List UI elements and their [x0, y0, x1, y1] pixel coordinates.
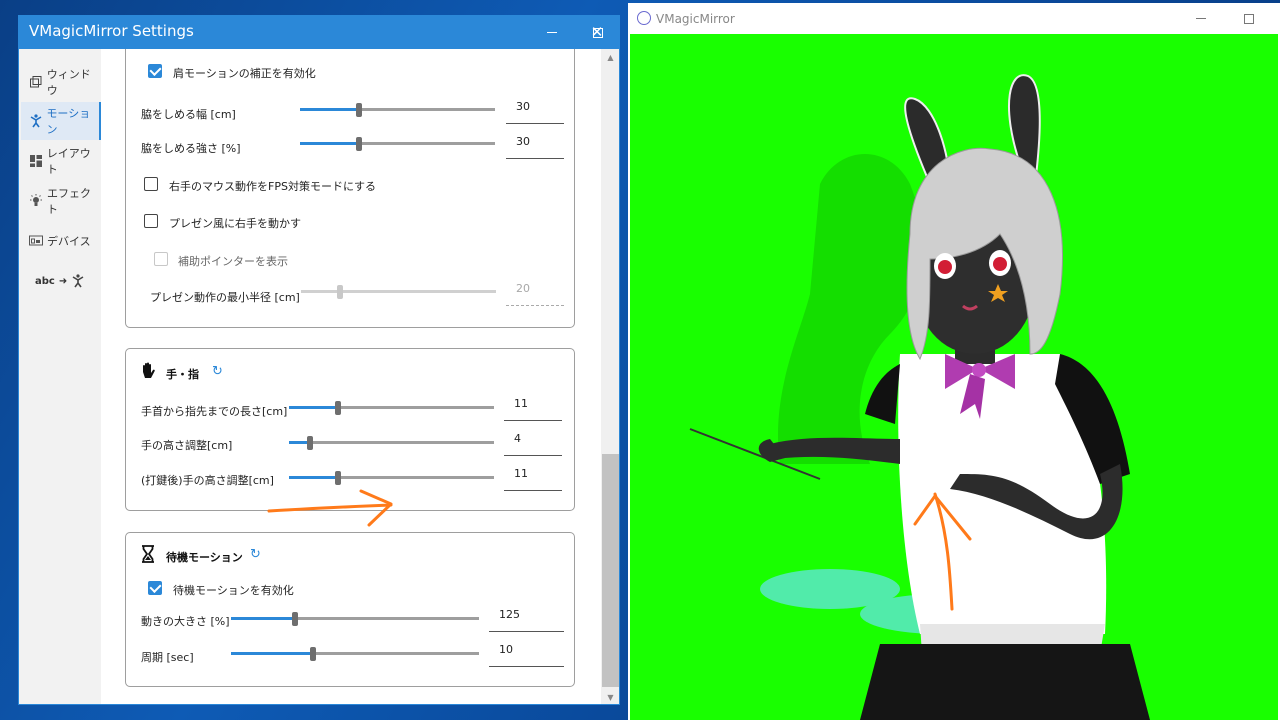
slider-thumb[interactable] [355, 103, 362, 117]
waist-width-slider[interactable] [300, 103, 495, 117]
nav-item-device[interactable]: デバイス [21, 222, 101, 260]
avatar-character [689, 74, 1150, 720]
slider-thumb[interactable] [309, 647, 316, 661]
fps-mode-label: 右手のマウス動作をFPS対策モードにする [169, 180, 377, 193]
layout-grid-icon [29, 154, 43, 168]
presentation-radius-input[interactable]: 20 [506, 280, 564, 306]
presentation-mode-checkbox[interactable] [144, 214, 158, 228]
motion-scale-label: 動きの大きさ [%] [141, 615, 230, 628]
show-pointer-checkbox[interactable] [154, 252, 168, 266]
minimize-icon [547, 32, 557, 33]
hand-height-after-typing-label: (打鍵後)手の高さ調整[cm] [141, 474, 274, 487]
nav-item-label: abc [35, 275, 55, 287]
motion-scale-input[interactable]: 125 [489, 606, 564, 632]
nav-item-label: エフェクト [47, 187, 91, 216]
show-pointer-label: 補助ポインターを表示 [178, 255, 288, 268]
close-button[interactable]: ✕ [574, 16, 619, 49]
settings-window: VMagicMirror Settings ✕ ウィンドウ モーション レイアウ… [18, 15, 620, 705]
refresh-icon[interactable]: ↻ [212, 364, 223, 379]
lightbulb-icon [29, 194, 43, 208]
word-to-motion-icon [71, 274, 85, 288]
scroll-up-icon[interactable]: ▲ [601, 49, 619, 66]
nav-item-window[interactable]: ウィンドウ [21, 63, 101, 101]
presentation-radius-slider[interactable] [301, 285, 496, 299]
hand-section-title: 手・指 [166, 368, 199, 381]
scrollbar-thumb[interactable] [602, 454, 619, 687]
waist-strength-label: 脇をしめる強さ [%] [141, 142, 241, 155]
fps-mode-checkbox[interactable] [144, 177, 158, 191]
wait-motion-card: 待機モーション ↻ 待機モーションを有効化 動きの大きさ [%] 125 周期 … [125, 532, 575, 687]
slider-thumb[interactable] [335, 401, 342, 415]
hand-height-slider[interactable] [289, 436, 494, 450]
vmm-window-title: VMagicMirror [656, 12, 735, 26]
nav-item-layout[interactable]: レイアウト [21, 142, 101, 180]
vmm-maximize-button[interactable] [1226, 3, 1272, 34]
arm-settings-card: 肩モーションの補正を有効化 脇をしめる幅 [cm] 30 脇をしめる強さ [%]… [125, 49, 575, 328]
waist-strength-input[interactable]: 30 [506, 133, 564, 159]
period-label: 周期 [sec] [141, 651, 194, 664]
shoulder-correction-checkbox[interactable] [148, 64, 162, 78]
hand-height-input[interactable]: 4 [504, 430, 562, 456]
hand-height-after-typing-input[interactable]: 11 [504, 465, 562, 491]
presentation-radius-label: プレゼン動作の最小半径 [cm] [150, 291, 300, 304]
nav-item-word-to-motion[interactable]: abc ➜ [21, 262, 101, 300]
nav-item-motion[interactable]: モーション [21, 102, 101, 140]
waist-width-label: 脇をしめる幅 [cm] [141, 108, 236, 121]
window-icon [29, 75, 43, 89]
maximize-icon [1244, 13, 1254, 24]
annotation-arrow [267, 489, 393, 527]
slider-thumb[interactable] [292, 612, 299, 626]
arrow-right-icon: ➜ [58, 275, 68, 287]
hand-icon [140, 362, 156, 384]
hand-height-label: 手の高さ調整[cm] [141, 439, 233, 452]
shoulder-correction-label: 肩モーションの補正を有効化 [173, 67, 316, 80]
period-slider[interactable] [231, 647, 479, 661]
device-icon [29, 234, 43, 248]
avatar-viewport[interactable] [630, 34, 1278, 720]
content-scrollbar[interactable]: ▲ ▼ [601, 49, 619, 704]
minimize-button[interactable] [529, 16, 575, 49]
nav-item-label: ウィンドウ [46, 68, 91, 97]
enable-wait-motion-label: 待機モーションを有効化 [173, 584, 294, 597]
settings-titlebar[interactable]: VMagicMirror Settings [19, 16, 619, 49]
wrist-to-tip-input[interactable]: 11 [504, 395, 562, 421]
settings-nav: ウィンドウ モーション レイアウト エフェクト デバイス abc ➜ [19, 49, 101, 704]
motion-scale-slider[interactable] [231, 612, 479, 626]
slider-thumb[interactable] [337, 285, 343, 299]
period-input[interactable]: 10 [489, 641, 564, 667]
vmm-minimize-button[interactable] [1178, 3, 1224, 34]
presentation-mode-label: プレゼン風に右手を動かす [169, 217, 301, 230]
waist-strength-slider[interactable] [300, 137, 495, 151]
hourglass-icon [141, 545, 155, 567]
slider-thumb[interactable] [355, 137, 362, 151]
wrist-to-tip-label: 手首から指先までの長さ[cm] [141, 405, 288, 418]
enable-wait-motion-checkbox[interactable] [148, 581, 162, 595]
vmm-titlebar[interactable]: VMagicMirror [628, 3, 1280, 34]
close-icon: ✕ [590, 23, 604, 41]
settings-content: 肩モーションの補正を有効化 脇をしめる幅 [cm] 30 脇をしめる強さ [%]… [101, 49, 601, 704]
nav-item-effect[interactable]: エフェクト [21, 182, 101, 220]
motion-figure-icon [29, 114, 42, 128]
nav-item-label: モーション [46, 107, 91, 136]
app-icon [637, 11, 651, 25]
wrist-to-tip-slider[interactable] [289, 401, 494, 415]
minimize-icon [1196, 18, 1206, 19]
nav-item-label: デバイス [47, 235, 91, 248]
scroll-down-icon[interactable]: ▼ [601, 689, 619, 704]
waist-width-input[interactable]: 30 [506, 98, 564, 124]
settings-window-title: VMagicMirror Settings [29, 22, 194, 40]
refresh-icon[interactable]: ↻ [250, 547, 261, 562]
nav-item-label: レイアウト [46, 147, 91, 176]
wait-section-title: 待機モーション [166, 551, 243, 564]
slider-thumb[interactable] [306, 436, 313, 450]
vmagicmirror-window: VMagicMirror [628, 3, 1280, 720]
